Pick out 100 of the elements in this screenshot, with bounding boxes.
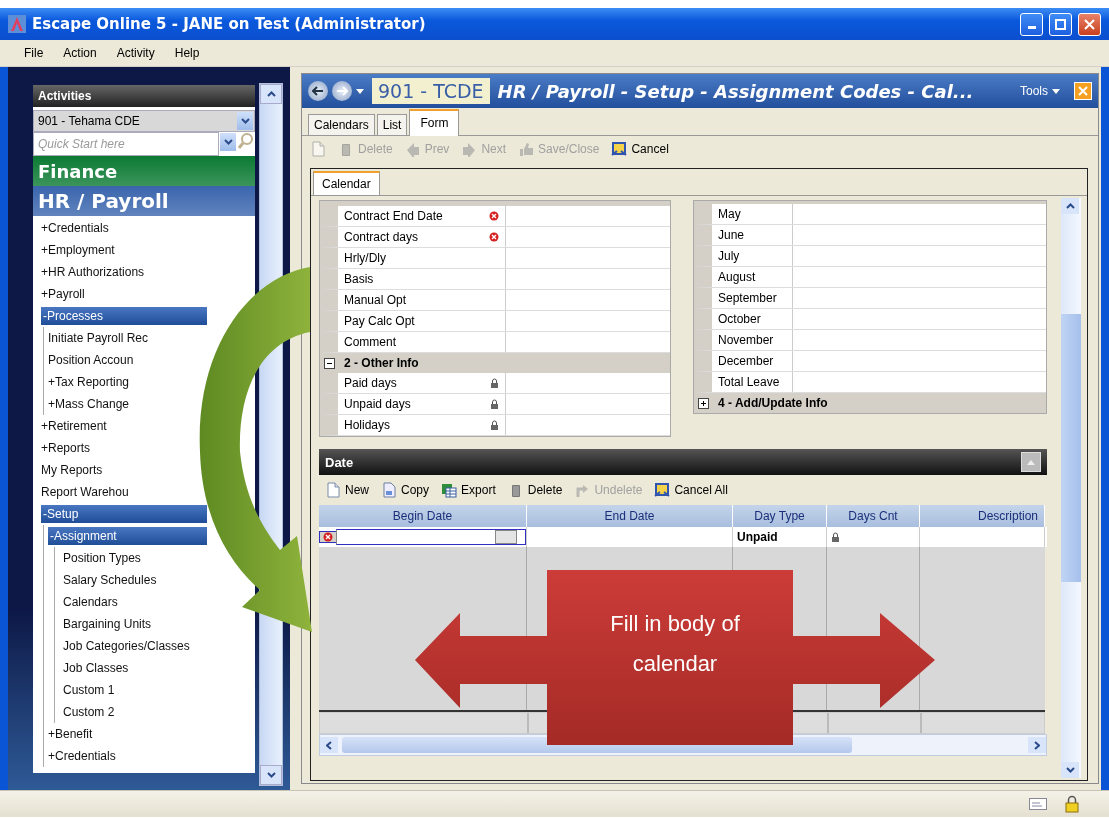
dropdown-button[interactable] xyxy=(495,530,517,544)
tree-item[interactable]: My Reports xyxy=(41,462,103,478)
tab[interactable]: Calendars xyxy=(308,114,375,135)
tree-item[interactable]: +Payroll xyxy=(41,286,85,302)
scroll-down-button[interactable] xyxy=(260,765,282,785)
tree-item[interactable]: Position Accoun xyxy=(48,352,134,368)
close-icon xyxy=(1084,18,1095,30)
tree-item[interactable]: Salary Schedules xyxy=(63,572,157,588)
menu-item[interactable]: File xyxy=(14,46,54,60)
maximize-button[interactable] xyxy=(1049,12,1072,36)
property-label: August xyxy=(718,270,756,284)
scroll-up-button[interactable] xyxy=(260,84,282,104)
row-selector[interactable] xyxy=(319,531,336,543)
scroll-down-button[interactable] xyxy=(1061,762,1079,778)
tree-item[interactable]: Custom 2 xyxy=(63,704,115,720)
tree-item[interactable]: +Tax Reporting xyxy=(48,374,130,390)
tree-item[interactable]: Calendars xyxy=(63,594,118,610)
scrollbar-thumb[interactable] xyxy=(1061,314,1081,582)
menu-item[interactable]: Activity xyxy=(106,46,165,60)
menu-item[interactable]: Action xyxy=(53,46,107,60)
toolbar-button[interactable]: Cancel xyxy=(611,141,669,157)
date-field[interactable] xyxy=(336,529,526,545)
tree-item[interactable]: Job Classes xyxy=(63,660,129,676)
tree-item[interactable]: +Employment xyxy=(41,242,115,258)
caret-icon[interactable] xyxy=(356,88,364,94)
scroll-left-button[interactable] xyxy=(320,737,338,753)
dropdown-button[interactable] xyxy=(220,133,236,151)
column-header[interactable]: Description xyxy=(920,505,1045,527)
app-logo-icon xyxy=(8,15,26,33)
minimize-icon xyxy=(1027,26,1036,29)
minimize-button[interactable] xyxy=(1020,12,1043,36)
toolbar-button[interactable]: Copy xyxy=(381,482,430,498)
tree-item[interactable]: +Mass Change xyxy=(48,396,130,412)
arrow-left-icon xyxy=(404,141,421,157)
document-icon xyxy=(325,482,341,498)
property-label: Holidays xyxy=(344,418,391,432)
property-label: Basis xyxy=(344,272,374,286)
property-label: May xyxy=(718,207,741,221)
property-label: Contract days xyxy=(344,230,419,244)
toolbar-button[interactable]: Export xyxy=(441,482,496,498)
toolbar-button[interactable]: Delete xyxy=(507,482,563,498)
tools-menu[interactable]: Tools xyxy=(1020,84,1060,98)
document-icon xyxy=(310,141,326,157)
tree-item[interactable]: +Retirement xyxy=(41,418,107,434)
menu-item[interactable]: Help xyxy=(164,46,210,60)
panel-title: Date xyxy=(325,454,354,470)
toolbar-button[interactable]: Cancel All xyxy=(654,482,728,498)
tree-item[interactable]: +Credentials xyxy=(48,748,116,764)
property-label: December xyxy=(718,354,774,368)
tree-item[interactable]: +Reports xyxy=(41,440,91,456)
group-header: 2 - Other Info xyxy=(343,356,419,370)
tree-item[interactable]: +Credentials xyxy=(41,220,109,236)
forward-button[interactable] xyxy=(332,81,352,101)
chevron-down-icon xyxy=(240,118,250,124)
tab[interactable]: List xyxy=(376,114,408,135)
padlock-icon xyxy=(1065,795,1079,813)
column-header[interactable]: End Date xyxy=(527,505,733,527)
module-header[interactable]: HR / Payroll xyxy=(33,186,255,216)
quick-start-field[interactable]: Quick Start here xyxy=(33,132,219,156)
district-dropdown[interactable]: 901 - Tehama CDE xyxy=(33,110,255,132)
tree-item[interactable]: -Setup xyxy=(41,505,207,523)
tree-item[interactable]: Job Categories/Classes xyxy=(63,638,190,654)
column-header[interactable]: Day Type xyxy=(733,505,827,527)
chevron-up-icon xyxy=(1027,459,1035,465)
tab[interactable]: Calendar xyxy=(313,171,380,195)
scroll-up-button[interactable] xyxy=(1061,198,1079,214)
scroll-right-button[interactable] xyxy=(1028,737,1046,753)
chevron-up-icon xyxy=(266,91,276,97)
cancel-icon xyxy=(654,482,671,498)
collapse-icon[interactable] xyxy=(323,357,335,369)
column-header[interactable]: Begin Date xyxy=(319,505,527,527)
tree-item[interactable]: -Assignment xyxy=(48,527,207,545)
tab[interactable]: Form xyxy=(409,109,460,136)
tree-item[interactable]: Bargaining Units xyxy=(63,616,152,632)
close-button[interactable] xyxy=(1078,12,1101,36)
tree-item[interactable]: Report Warehou xyxy=(41,484,129,500)
toolbar-button[interactable]: New xyxy=(325,482,369,498)
tree-item[interactable]: Custom 1 xyxy=(63,682,115,698)
thumbs-up-icon xyxy=(518,141,535,157)
chevron-down-icon xyxy=(1065,767,1075,773)
tree-item[interactable]: -Processes xyxy=(41,307,207,325)
caret-icon xyxy=(1052,88,1060,94)
tree-item[interactable]: Initiate Payroll Rec xyxy=(48,330,149,346)
spreadsheet-icon xyxy=(441,482,458,498)
column-header[interactable]: Days Cnt xyxy=(827,505,920,527)
vertical-scrollbar[interactable] xyxy=(1061,198,1081,778)
district-code: 901 - TCDE xyxy=(372,78,490,104)
maximize-icon xyxy=(1055,18,1066,30)
back-button[interactable] xyxy=(308,81,328,101)
property-label: November xyxy=(718,333,774,347)
close-button[interactable] xyxy=(1074,82,1092,100)
property-label: June xyxy=(718,228,745,242)
tree-item[interactable]: Position Types xyxy=(63,550,141,566)
dropdown-button[interactable] xyxy=(237,112,253,130)
tree-item[interactable]: +Benefit xyxy=(48,726,93,742)
arrow-right-icon xyxy=(336,86,348,96)
module-header[interactable]: Finance xyxy=(33,156,255,186)
collapse-button[interactable] xyxy=(1021,452,1041,472)
expand-icon[interactable] xyxy=(697,397,709,409)
tree-item[interactable]: +HR Authorizations xyxy=(41,264,145,280)
